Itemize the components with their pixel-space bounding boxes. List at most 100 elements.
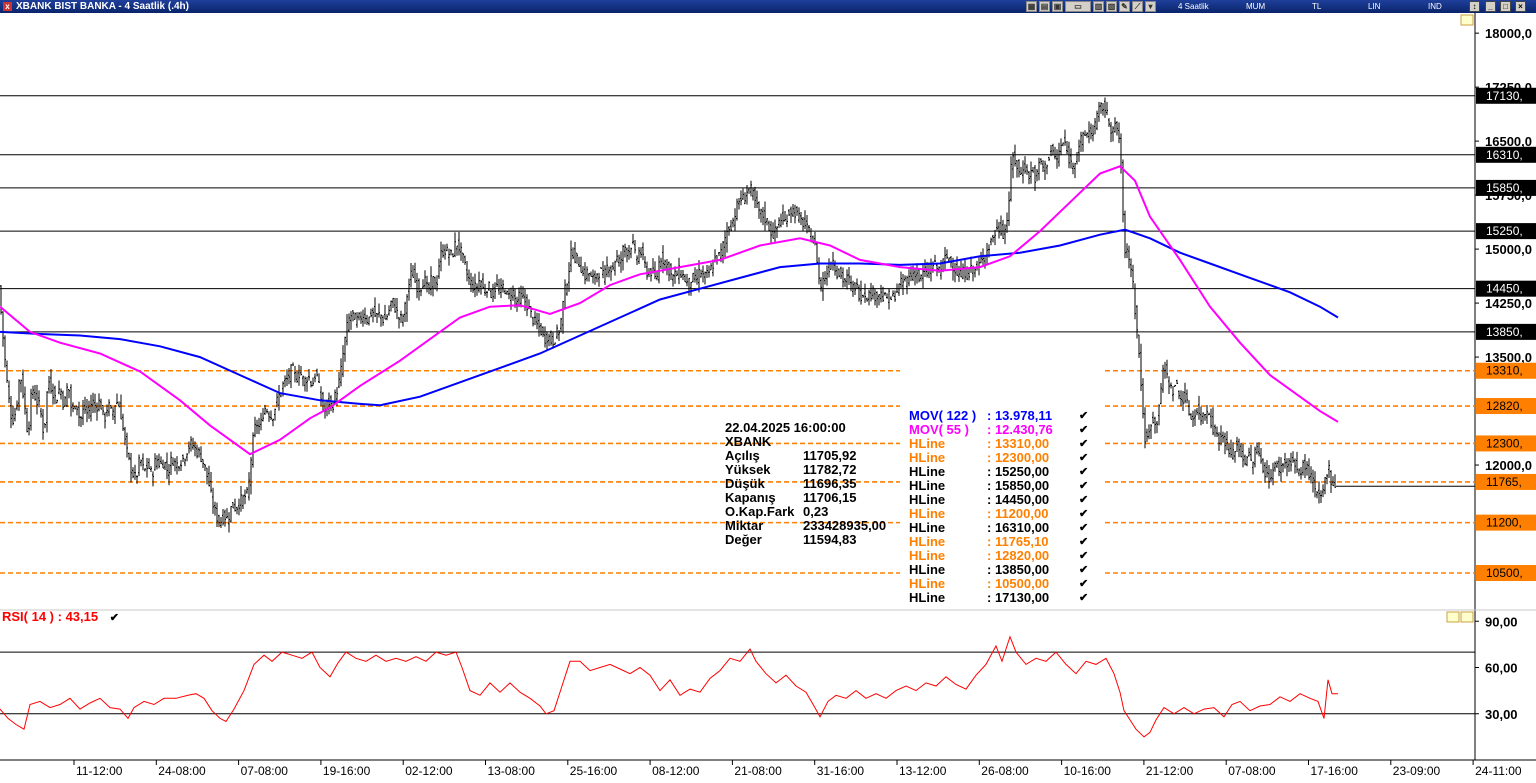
menu-indicators[interactable]: IND <box>1428 0 1442 13</box>
info-row-label: Yüksek <box>725 462 771 477</box>
hline-label: 15850, <box>1486 181 1523 195</box>
legend-row: HLine : 15850,00 ✔ <box>909 478 1088 493</box>
x-tick-label: 02-12:00 <box>405 764 453 778</box>
info-row-label: O.Kap.Fark <box>725 504 795 519</box>
x-tick-label: 08-12:00 <box>652 764 700 778</box>
rsi-label: RSI( 14 ) : 43,15 ✔ <box>2 610 119 625</box>
x-tick-label: 21-12:00 <box>1146 764 1194 778</box>
legend-value: : 15850,00 <box>987 478 1050 493</box>
tool-icon-2[interactable]: ▤ <box>1039 1 1050 12</box>
rsi-check-icon[interactable]: ✔ <box>110 612 119 624</box>
legend-check-icon[interactable]: ✔ <box>1079 521 1088 535</box>
x-tick-label: 11-12:00 <box>76 764 123 778</box>
info-row-value: 233428935,00 <box>803 518 887 533</box>
legend-row: HLine : 11765,10 ✔ <box>909 534 1088 549</box>
hline-label: 11200, <box>1486 516 1522 530</box>
info-row-label: Miktar <box>725 518 764 533</box>
legend-label: HLine <box>909 464 946 479</box>
legend-value: : 12300,00 <box>987 450 1050 465</box>
chart-settings-icon[interactable]: ↕ <box>1469 1 1480 12</box>
legend-row: HLine: 12820,00 ✔ <box>909 549 1088 563</box>
menu-currency[interactable]: TL <box>1312 0 1321 13</box>
toolbar: ▦ ▤ ▣ ▭ ▥ ▧ ✎ ⟋ ▾ <box>1026 1 1156 12</box>
legend-label: HLine <box>909 436 946 451</box>
legend-check-icon[interactable]: ✔ <box>1079 493 1088 507</box>
legend-row: MOV( 122 ): 13.978,11 ✔ <box>909 408 1088 423</box>
legend-row: HLine: 15250,00 ✔ <box>909 464 1088 479</box>
legend-check-icon[interactable]: ✔ <box>1079 479 1088 493</box>
minimize-icon[interactable]: _ <box>1485 1 1496 12</box>
legend-value: : 16310,00 <box>987 520 1050 535</box>
x-tick-label: 21-08:00 <box>734 764 782 778</box>
hline-label: 10500, <box>1486 566 1523 580</box>
price-tick-label: 12000,0 <box>1485 458 1532 473</box>
legend-check-icon[interactable]: ✔ <box>1079 507 1088 521</box>
info-row: O.Kap.Fark 0,23 <box>725 505 846 519</box>
info-row-label: Açılış <box>725 448 760 463</box>
legend-check-icon[interactable]: ✔ <box>1079 465 1088 479</box>
maximize-icon[interactable]: □ <box>1500 1 1511 12</box>
x-tick-label: 07-08:00 <box>241 764 289 778</box>
tool-icon-6[interactable]: ▧ <box>1106 1 1117 12</box>
tool-icon-3[interactable]: ▣ <box>1052 1 1063 12</box>
legend-check-icon[interactable]: ✔ <box>1079 563 1088 577</box>
info-row-value: 11696,35 <box>803 476 857 491</box>
legend-check-icon[interactable]: ✔ <box>1079 451 1088 465</box>
tool-icon-8[interactable]: ⟋ <box>1132 1 1143 12</box>
legend-value: : 13850,00 <box>987 562 1050 577</box>
legend-check-icon[interactable]: ✔ <box>1079 591 1088 605</box>
legend-label: HLine <box>909 450 946 465</box>
info-row: Değer 11594,83 <box>725 532 857 547</box>
menu-scale[interactable]: LIN <box>1368 0 1380 13</box>
window-title: XBANK BIST BANKA - 4 Saatlik (.4h) <box>16 1 189 12</box>
info-datetime: 22.04.2025 16:00:00 <box>725 420 846 435</box>
info-row-label: Değer <box>725 532 762 547</box>
info-row: Kapanış 11706,15 <box>725 491 857 505</box>
legend-check-icon[interactable]: ✔ <box>1079 437 1088 451</box>
info-row: Miktar 233428935,00 <box>725 518 886 533</box>
legend-check-icon[interactable]: ✔ <box>1079 409 1088 423</box>
hline-label: 15250, <box>1486 224 1523 238</box>
menu-chart-type[interactable]: MUM <box>1246 0 1265 13</box>
price-chart[interactable]: 18000,017250,016500,015750,015000,014250… <box>0 13 1536 783</box>
legend-check-icon[interactable]: ✔ <box>1079 423 1088 437</box>
legend-row: HLine : 12300,00 ✔ <box>909 450 1088 465</box>
tool-icon-1[interactable]: ▦ <box>1026 1 1037 12</box>
app-icon[interactable]: x <box>3 2 12 11</box>
rsi-tick-label: 30,00 <box>1485 707 1518 722</box>
rsi-close-icon <box>1460 611 1474 623</box>
x-tick-label: 07-08:00 <box>1228 764 1276 778</box>
legend-check-icon[interactable]: ✔ <box>1079 549 1088 563</box>
close-icon[interactable]: × <box>1515 1 1526 12</box>
legend-check-icon[interactable]: ✔ <box>1079 577 1088 591</box>
legend-row: MOV( 55 ): 12.430,76 ✔ <box>909 422 1088 437</box>
x-tick-label: 13-08:00 <box>488 764 536 778</box>
x-tick-label: 19-16:00 <box>323 764 371 778</box>
legend-label: HLine <box>909 590 946 605</box>
title-bar: x XBANK BIST BANKA - 4 Saatlik (.4h) ▦ ▤… <box>0 0 1536 13</box>
hline-label: 13850, <box>1486 325 1523 339</box>
legend-check-icon[interactable]: ✔ <box>1079 535 1088 549</box>
price-tick-label: 18000,0 <box>1485 26 1532 41</box>
hline-label: 16310, <box>1486 148 1523 162</box>
hline-label: 12820, <box>1486 399 1523 413</box>
x-tick-label: 25-16:00 <box>570 764 618 778</box>
tool-icon-7[interactable]: ✎ <box>1119 1 1130 12</box>
legend-label: HLine <box>909 492 946 507</box>
legend-row: HLine: 13310,00 ✔ <box>909 436 1088 451</box>
hline-label: 17130, <box>1486 89 1523 103</box>
legend-label: MOV( 122 ) <box>909 408 977 423</box>
tool-icon-9[interactable]: ▾ <box>1145 1 1156 12</box>
legend-label: MOV( 55 ) <box>909 422 969 437</box>
info-row-label: Düşük <box>725 476 765 491</box>
hline-label: 11765, <box>1486 475 1522 489</box>
legend-value: : 11765,10 <box>987 534 1049 549</box>
legend-label: HLine <box>909 520 946 535</box>
tool-icon-4[interactable]: ▭ <box>1065 1 1091 12</box>
tool-icon-5[interactable]: ▥ <box>1093 1 1104 12</box>
legend-label: HLine <box>909 562 946 577</box>
info-row-value: 11594,83 <box>803 532 857 547</box>
legend-label: HLine <box>909 478 946 493</box>
menu-period[interactable]: 4 Saatlik <box>1178 0 1209 13</box>
legend-label: HLine <box>909 534 946 549</box>
